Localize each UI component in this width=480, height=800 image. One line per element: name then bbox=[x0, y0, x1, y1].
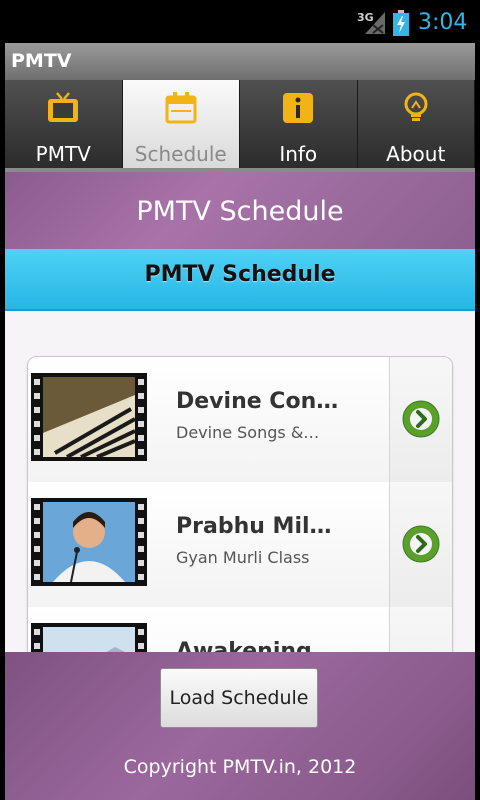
tab-pmtv[interactable]: PMTV bbox=[5, 80, 123, 172]
tab-about[interactable]: About bbox=[357, 80, 475, 172]
open-item-button[interactable] bbox=[390, 357, 452, 482]
section-banner: PMTV Schedule bbox=[5, 249, 475, 311]
page-header: PMTV Schedule bbox=[5, 172, 475, 249]
page-title: PMTV Schedule bbox=[136, 196, 344, 227]
chevron-right-icon bbox=[402, 400, 440, 438]
copyright-text: Copyright PMTV.in, 2012 bbox=[123, 756, 357, 778]
film-thumbnail-speaker bbox=[31, 498, 147, 586]
list-item[interactable]: Devine Con… Devine Songs &… bbox=[28, 357, 452, 483]
signal-icon bbox=[365, 12, 385, 34]
app-title-bar: PMTV bbox=[5, 43, 475, 81]
schedule-list[interactable]: Devine Con… Devine Songs &… Prabhu Mil… … bbox=[27, 356, 453, 678]
tab-schedule[interactable]: Schedule bbox=[122, 80, 240, 172]
info-icon bbox=[283, 93, 314, 123]
lightbulb-icon bbox=[404, 92, 428, 121]
footer: Load Schedule Copyright PMTV.in, 2012 bbox=[5, 652, 475, 800]
open-item-button[interactable] bbox=[390, 482, 452, 607]
item-subtitle: Gyan Murli Class bbox=[176, 548, 310, 567]
battery-charging-icon bbox=[393, 10, 409, 36]
load-schedule-button[interactable]: Load Schedule bbox=[160, 668, 318, 728]
chevron-right-icon bbox=[402, 525, 440, 563]
tv-icon bbox=[48, 92, 79, 122]
list-item[interactable]: Prabhu Mil… Gyan Murli Class bbox=[28, 482, 452, 608]
tab-label: Schedule bbox=[134, 142, 227, 166]
tab-label: Info bbox=[279, 142, 318, 166]
calendar-icon bbox=[165, 92, 197, 124]
tab-info[interactable]: Info bbox=[240, 80, 358, 172]
item-title: Devine Con… bbox=[176, 389, 339, 414]
tab-bar: PMTV Schedule Info About bbox=[5, 80, 475, 172]
clock: 3:04 bbox=[418, 10, 468, 35]
tab-label: About bbox=[386, 142, 446, 166]
item-title: Prabhu Mil… bbox=[176, 514, 332, 539]
status-bar: 3G 3:04 bbox=[0, 0, 480, 45]
app-title: PMTV bbox=[11, 50, 72, 72]
section-title: PMTV Schedule bbox=[144, 262, 336, 287]
tab-label: PMTV bbox=[35, 142, 91, 166]
item-subtitle: Devine Songs &… bbox=[176, 423, 320, 442]
film-thumbnail-piano bbox=[31, 373, 147, 461]
